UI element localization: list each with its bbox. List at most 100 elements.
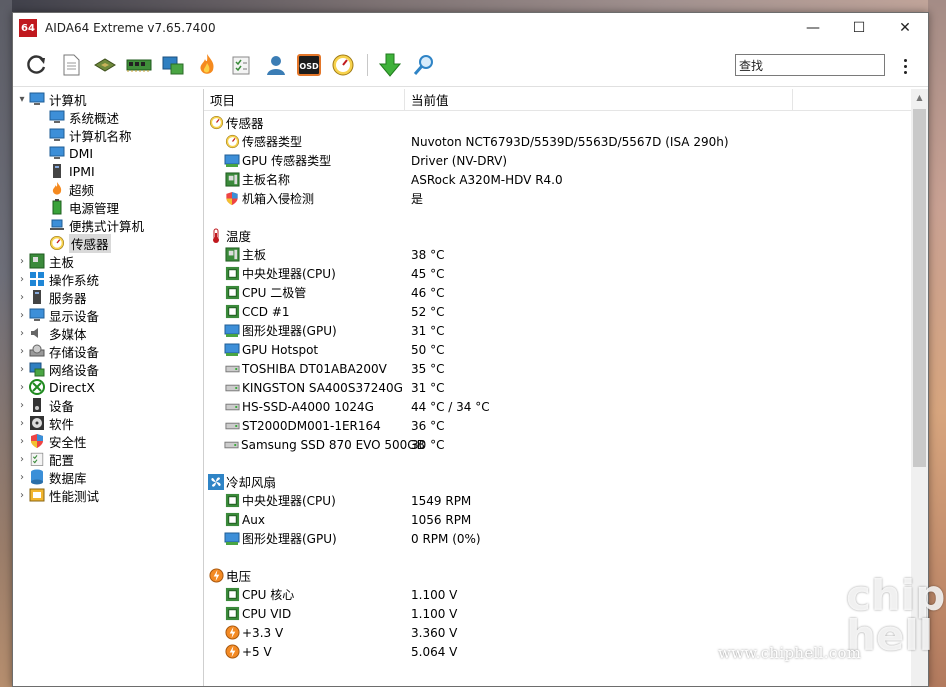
more-menu-button[interactable] — [899, 55, 911, 77]
tree-node-display[interactable]: › 显示设备 — [13, 306, 203, 324]
row-value: 1056 RPM — [411, 512, 472, 527]
table-row[interactable]: HS-SSD-A4000 1024G 44 °C / 34 °C — [204, 397, 928, 416]
chevron-right-icon[interactable]: › — [15, 364, 29, 375]
table-row[interactable]: ST2000DM001-1ER164 36 °C — [204, 416, 928, 435]
row-name: GPU Hotspot — [242, 342, 319, 357]
tree-node-computer-name[interactable]: 计算机名称 — [13, 126, 203, 144]
user-button[interactable] — [259, 49, 291, 81]
table-row[interactable]: Aux 1056 RPM — [204, 510, 928, 529]
table-row[interactable]: 机箱入侵检测 是 — [204, 189, 928, 208]
drive-icon — [224, 437, 239, 453]
chevron-right-icon[interactable]: › — [15, 328, 29, 339]
tree-node-directx[interactable]: › DirectX — [13, 378, 203, 396]
tree-node-motherboard[interactable]: › 主板 — [13, 252, 203, 270]
dot-icon — [903, 70, 907, 74]
tree-node-software[interactable]: › 软件 — [13, 414, 203, 432]
tree-node-benchmark[interactable]: › 性能测试 — [13, 486, 203, 504]
tree-node-multimedia[interactable]: › 多媒体 — [13, 324, 203, 342]
chevron-right-icon[interactable]: › — [15, 454, 29, 465]
chevron-right-icon[interactable]: › — [15, 436, 29, 447]
chevron-right-icon[interactable]: › — [15, 418, 29, 429]
chevron-right-icon[interactable]: › — [15, 256, 29, 267]
table-row[interactable]: KINGSTON SA400S37240G 31 °C — [204, 378, 928, 397]
osd-button[interactable]: OSD — [293, 49, 325, 81]
maximize-button[interactable]: ☐ — [836, 13, 882, 43]
tree-node-overclock[interactable]: 超频 — [13, 180, 203, 198]
tree-node-dmi[interactable]: DMI — [13, 144, 203, 162]
tree-node-devices[interactable]: › 设备 — [13, 396, 203, 414]
tree-node-storage[interactable]: › 存储设备 — [13, 342, 203, 360]
scroll-up-icon[interactable]: ▲ — [911, 89, 928, 106]
motherboard-icon — [29, 253, 45, 269]
chevron-down-icon[interactable]: ▾ — [15, 94, 29, 105]
chevron-right-icon[interactable]: › — [15, 346, 29, 357]
table-row[interactable]: 中央处理器(CPU) 1549 RPM — [204, 491, 928, 510]
table-row[interactable]: TOSHIBA DT01ABA200V 35 °C — [204, 359, 928, 378]
tree-node-os[interactable]: › 操作系统 — [13, 270, 203, 288]
tree-node-label: 数据库 — [49, 470, 87, 486]
tree-node-label: 安全性 — [49, 434, 87, 450]
shield-icon — [29, 433, 45, 449]
download-button[interactable] — [374, 49, 406, 81]
tree-node-ipmi[interactable]: IPMI — [13, 162, 203, 180]
tree-node-power[interactable]: 电源管理 — [13, 198, 203, 216]
table-row[interactable]: GPU Hotspot 50 °C — [204, 340, 928, 359]
tree-node-summary[interactable]: 系统概述 — [13, 108, 203, 126]
table-row[interactable]: Samsung SSD 870 EVO 500GB 30 °C — [204, 435, 928, 454]
cpu-button[interactable] — [89, 49, 121, 81]
report-button[interactable] — [55, 49, 87, 81]
minimize-button[interactable]: — — [790, 13, 836, 43]
row-name: Aux — [242, 512, 265, 527]
chevron-right-icon[interactable]: › — [15, 400, 29, 411]
tree-node-network[interactable]: › 网络设备 — [13, 360, 203, 378]
close-button[interactable]: ✕ — [882, 13, 928, 43]
chevron-right-icon[interactable]: › — [15, 382, 29, 393]
table-row[interactable]: 图形处理器(GPU) 0 RPM (0%) — [204, 529, 928, 548]
chevron-right-icon[interactable]: › — [15, 472, 29, 483]
column-header-item[interactable]: 项目 — [204, 89, 405, 110]
tree-node-sensor[interactable]: 传感器 — [13, 233, 203, 253]
table-row[interactable]: 传感器类型 Nuvoton NCT6793D/5539D/5563D/5567D … — [204, 132, 928, 151]
down-arrow-icon — [379, 53, 401, 77]
gauge-icon — [49, 235, 65, 251]
table-row[interactable]: CCD #1 52 °C — [204, 302, 928, 321]
table-row[interactable]: 主板名称 ASRock A320M-HDV R4.0 — [204, 170, 928, 189]
tree-node-label: 配置 — [49, 452, 75, 468]
cpu-icon — [224, 606, 240, 622]
overclock-button[interactable] — [191, 49, 223, 81]
tree-node-security[interactable]: › 安全性 — [13, 432, 203, 450]
tree-node-database[interactable]: › 数据库 — [13, 468, 203, 486]
tree-node-label: 软件 — [49, 416, 75, 432]
search-tool-button[interactable] — [408, 49, 440, 81]
search-input[interactable] — [735, 54, 885, 76]
table-row[interactable]: 图形处理器(GPU) 31 °C — [204, 321, 928, 340]
software-button[interactable] — [225, 49, 257, 81]
chevron-right-icon[interactable]: › — [15, 310, 29, 321]
tree-node-portable[interactable]: 便携式计算机 — [13, 216, 203, 234]
tree-node-label: IPMI — [69, 163, 95, 179]
tree-node-config[interactable]: › 配置 — [13, 450, 203, 468]
cpu-icon — [224, 493, 240, 509]
tree-node-computer[interactable]: ▾ 计算机 — [13, 90, 203, 108]
disc-icon — [29, 415, 45, 431]
memory-button[interactable] — [123, 49, 155, 81]
chevron-right-icon[interactable]: › — [15, 292, 29, 303]
tree-node-label: 主板 — [49, 254, 75, 270]
motherboard-button[interactable] — [157, 49, 189, 81]
table-row[interactable]: 中央处理器(CPU) 45 °C — [204, 264, 928, 283]
row-value: 是 — [411, 192, 424, 206]
column-header-value[interactable]: 当前值 — [405, 89, 793, 110]
row-name: 中央处理器(CPU) — [242, 267, 336, 281]
table-row[interactable]: CPU 二极管 46 °C — [204, 283, 928, 302]
benchmark-button[interactable] — [327, 49, 359, 81]
scrollbar-thumb[interactable] — [913, 109, 926, 467]
chevron-right-icon[interactable]: › — [15, 274, 29, 285]
group-header-temp: 温度 — [204, 226, 928, 245]
refresh-button[interactable] — [21, 49, 53, 81]
table-row[interactable]: GPU 传感器类型 Driver (NV-DRV) — [204, 151, 928, 170]
table-row[interactable]: 主板 38 °C — [204, 245, 928, 264]
tree-node-server[interactable]: › 服务器 — [13, 288, 203, 306]
group-title: 温度 — [226, 229, 252, 244]
row-name: ST2000DM001-1ER164 — [242, 418, 381, 433]
chevron-right-icon[interactable]: › — [15, 490, 29, 501]
